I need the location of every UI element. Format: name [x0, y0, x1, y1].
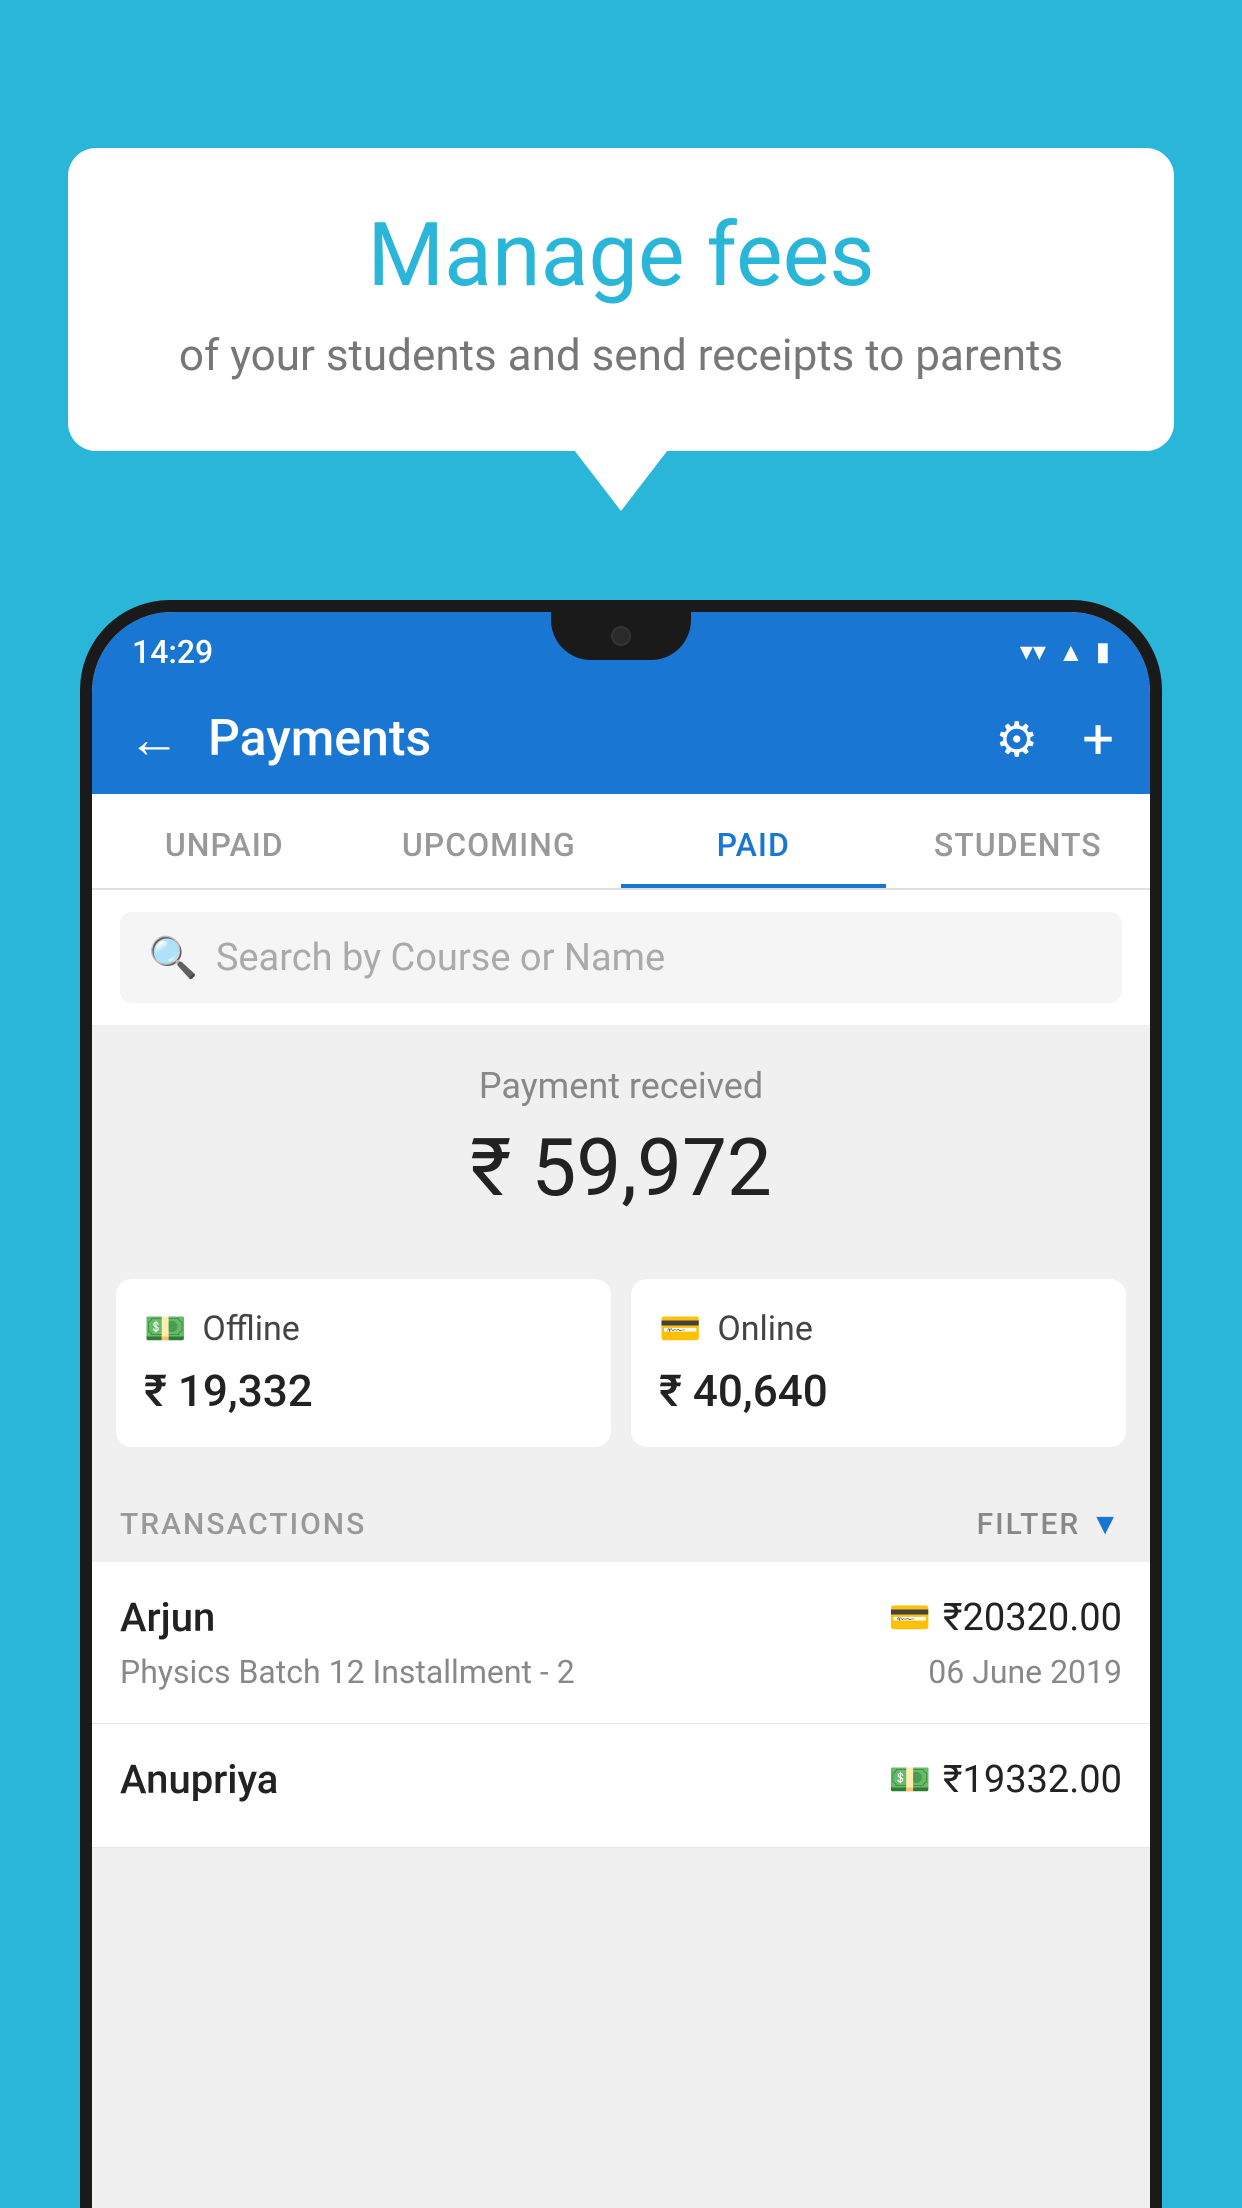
settings-button[interactable]: ⚙	[995, 711, 1038, 768]
tab-unpaid[interactable]: UNPAID	[92, 794, 357, 888]
card-payment-icon: 💳	[888, 1598, 930, 1638]
transaction-name: Anupriya	[120, 1756, 278, 1803]
filter-icon: ▼	[1090, 1507, 1122, 1542]
status-time: 14:29	[132, 633, 213, 671]
transaction-amount: ₹20320.00	[943, 1596, 1122, 1640]
app-header: ← Payments ⚙ +	[92, 684, 1150, 794]
page-title: Payments	[208, 710, 967, 768]
online-amount: ₹ 40,640	[659, 1365, 1098, 1417]
offline-amount: ₹ 19,332	[144, 1365, 583, 1417]
transaction-row[interactable]: Arjun 💳 ₹20320.00 Physics Batch 12 Insta…	[92, 1562, 1150, 1724]
tabs-bar: UNPAID UPCOMING PAID STUDENTS	[92, 794, 1150, 890]
offline-icon: 💵	[144, 1309, 186, 1349]
offline-payment-card: 💵 Offline ₹ 19,332	[116, 1279, 611, 1447]
bubble-subtitle: of your students and send receipts to pa…	[118, 329, 1124, 381]
offline-label: Offline	[202, 1309, 299, 1349]
filter-label: FILTER	[977, 1507, 1081, 1542]
phone-frame: 14:29 ▾▾ ▲ ▮ ← Payments ⚙ + UNPAID UPCOM…	[80, 600, 1162, 2208]
payment-total-amount: ₹ 59,972	[92, 1121, 1150, 1215]
online-payment-card: 💳 Online ₹ 40,640	[631, 1279, 1126, 1447]
tab-upcoming[interactable]: UPCOMING	[357, 794, 622, 888]
payment-cards-row: 💵 Offline ₹ 19,332 💳 Online ₹ 40,640	[92, 1251, 1150, 1475]
search-container: 🔍 Search by Course or Name	[92, 890, 1150, 1025]
filter-button[interactable]: FILTER ▼	[977, 1507, 1122, 1542]
back-button[interactable]: ←	[128, 709, 180, 770]
add-button[interactable]: +	[1082, 706, 1114, 772]
transaction-course: Physics Batch 12 Installment - 2	[120, 1653, 575, 1691]
wifi-icon: ▾▾	[1020, 637, 1046, 667]
status-icons: ▾▾ ▲ ▮	[1020, 637, 1110, 668]
camera-dot	[611, 626, 631, 646]
search-icon: 🔍	[148, 934, 198, 981]
search-bar[interactable]: 🔍 Search by Course or Name	[120, 912, 1122, 1003]
online-label: Online	[717, 1309, 813, 1349]
transaction-name: Arjun	[120, 1594, 215, 1641]
online-icon: 💳	[659, 1309, 701, 1349]
transactions-header: TRANSACTIONS FILTER ▼	[92, 1475, 1150, 1562]
transaction-amount: ₹19332.00	[943, 1758, 1122, 1802]
tab-students[interactable]: STUDENTS	[886, 794, 1151, 888]
payment-received-label: Payment received	[92, 1065, 1150, 1107]
transaction-date: 06 June 2019	[928, 1653, 1122, 1691]
transaction-row[interactable]: Anupriya 💵 ₹19332.00	[92, 1724, 1150, 1848]
search-placeholder-text: Search by Course or Name	[216, 936, 665, 980]
speech-bubble: Manage fees of your students and send re…	[68, 148, 1174, 451]
cash-payment-icon: 💵	[888, 1760, 930, 1800]
phone-screen: 14:29 ▾▾ ▲ ▮ ← Payments ⚙ + UNPAID UPCOM…	[92, 612, 1150, 2208]
bubble-title: Manage fees	[118, 208, 1124, 305]
transactions-label: TRANSACTIONS	[120, 1507, 366, 1542]
payment-section: Payment received ₹ 59,972	[92, 1025, 1150, 1251]
phone-notch	[551, 612, 691, 660]
battery-icon: ▮	[1096, 637, 1110, 667]
signal-icon: ▲	[1058, 637, 1084, 668]
tab-paid[interactable]: PAID	[621, 794, 886, 888]
